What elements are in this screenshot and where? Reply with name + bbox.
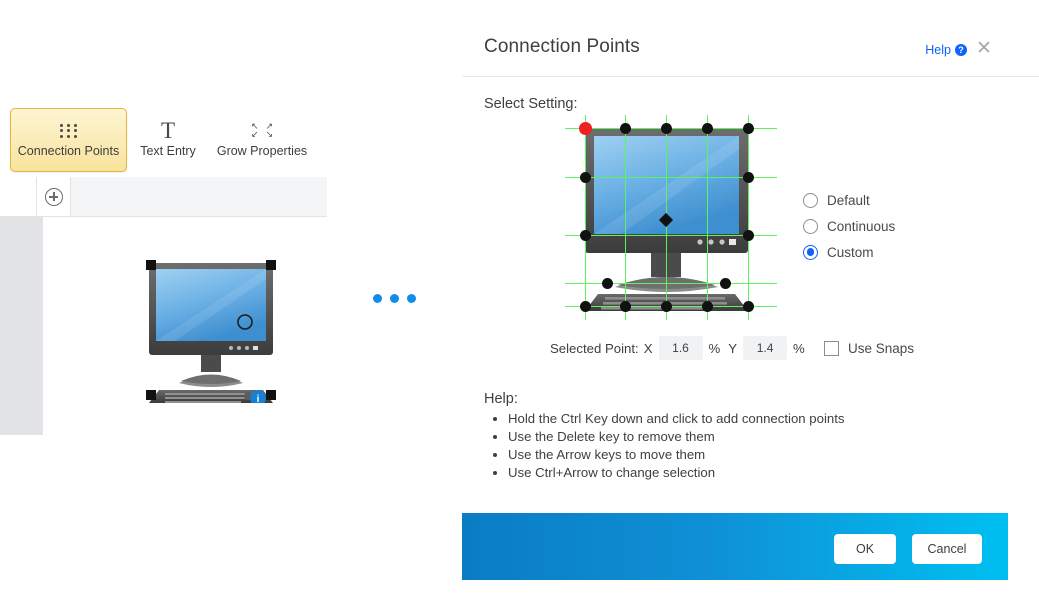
tab-grow-properties[interactable]: ↖ ↗ ↙ ↘ Grow Properties (207, 108, 317, 172)
x-unit-label: % (708, 340, 721, 356)
connection-point[interactable] (619, 122, 631, 134)
connection-point[interactable] (579, 300, 591, 312)
cancel-button[interactable]: Cancel (912, 534, 982, 564)
radio-default-indicator (803, 192, 818, 208)
x-axis-label: X (643, 340, 653, 356)
dialog-title: Connection Points (484, 36, 640, 57)
connection-point[interactable] (579, 171, 591, 183)
tab-grow-properties-label: Grow Properties (216, 144, 308, 159)
plus-circle-icon[interactable] (45, 188, 63, 206)
help-title: Help: (484, 391, 518, 407)
toolbar-underline (0, 216, 327, 217)
connection-point[interactable] (660, 122, 672, 134)
y-coordinate-input[interactable] (743, 336, 788, 360)
use-snaps-checkbox[interactable] (824, 341, 839, 356)
help-list-item: Use Ctrl+Arrow to change selection (508, 464, 844, 482)
toolbar-panel (71, 177, 327, 216)
grid-line-vertical (707, 115, 709, 320)
tab-connection-points[interactable]: Connection Points (10, 108, 127, 172)
connection-points-dialog: Connection Points Help ? ✕ Select Settin… (462, 0, 1039, 609)
select-setting-label: Select Setting: (484, 96, 578, 112)
radio-option-default[interactable]: Default (803, 190, 895, 210)
shape-property-tabbar: Connection Points T Text Entry ↖ ↗ ↙ ↘ Gro… (0, 108, 462, 173)
tab-text-entry-label: Text Entry (140, 143, 196, 158)
connection-point[interactable] (701, 300, 713, 312)
help-block: Help: Hold the Ctrl Key down and click t… (484, 391, 844, 482)
connection-point[interactable] (619, 300, 631, 312)
text-T-icon: T (160, 117, 176, 143)
editor-area: Connection Points T Text Entry ↖ ↗ ↙ ↘ Gro… (0, 0, 462, 609)
selected-point-row: Selected Point: X % Y % (550, 336, 813, 360)
dots-grid-icon (59, 123, 79, 139)
help-link-label: Help (925, 43, 951, 57)
dialog-header-divider (462, 76, 1039, 77)
connection-point[interactable] (579, 229, 591, 241)
computer-monitor-shape[interactable]: i (143, 257, 279, 406)
use-snaps-checkbox-row[interactable]: Use Snaps (824, 341, 914, 356)
radio-custom-indicator (803, 244, 818, 260)
dialog-footer: OK Cancel (462, 513, 1008, 580)
connection-point-selected[interactable] (578, 121, 592, 135)
grid-line-vertical (585, 115, 587, 320)
y-unit-label: % (793, 340, 805, 356)
radio-continuous-indicator (803, 218, 818, 234)
radio-option-continuous[interactable]: Continuous (803, 216, 895, 236)
connection-point[interactable] (742, 171, 754, 183)
help-list: Hold the Ctrl Key down and click to add … (484, 410, 844, 482)
connection-point[interactable] (742, 300, 754, 312)
connection-point[interactable] (742, 229, 754, 241)
help-list-item: Use the Delete key to remove them (508, 428, 844, 446)
three-dots-icon (373, 294, 416, 305)
x-coordinate-input[interactable] (658, 336, 703, 360)
help-list-item: Use the Arrow keys to move them (508, 446, 844, 464)
grid-line-vertical (625, 115, 627, 320)
grid-line-vertical (748, 115, 750, 320)
radio-default-label: Default (827, 192, 870, 208)
svg-text:i: i (257, 394, 260, 403)
radio-option-custom[interactable]: Custom (803, 242, 895, 262)
setting-radio-group: Default Continuous Custom (803, 190, 895, 268)
help-list-item: Hold the Ctrl Key down and click to add … (508, 410, 844, 428)
grid-line-horizontal (565, 283, 777, 285)
question-circle-icon: ? (955, 44, 967, 56)
app-root: Connection Points T Text Entry ↖ ↗ ↙ ↘ Gro… (0, 0, 1039, 609)
use-snaps-label: Use Snaps (848, 341, 915, 356)
tab-text-entry[interactable]: T Text Entry (133, 108, 203, 172)
radio-custom-label: Custom (827, 244, 874, 260)
connection-point[interactable] (601, 277, 613, 289)
connection-point[interactable] (701, 122, 713, 134)
tab-connection-points-label: Connection Points (17, 143, 120, 158)
connection-point[interactable] (660, 300, 672, 312)
ok-button[interactable]: OK (834, 534, 896, 564)
radio-continuous-label: Continuous (827, 218, 896, 234)
monitor-svg: i (146, 260, 276, 406)
grow-arrows-icon: ↖ ↗ ↙ ↘ (251, 121, 273, 140)
selected-point-label: Selected Point: (550, 340, 639, 356)
close-icon[interactable]: ✕ (973, 38, 995, 60)
connection-point[interactable] (742, 122, 754, 134)
y-axis-label: Y (728, 340, 738, 356)
left-rail-panel (0, 216, 43, 435)
connection-points-preview[interactable] (565, 115, 777, 320)
toolbar-divider-left (36, 177, 37, 217)
connection-point[interactable] (719, 277, 731, 289)
help-link[interactable]: Help ? (925, 43, 967, 57)
